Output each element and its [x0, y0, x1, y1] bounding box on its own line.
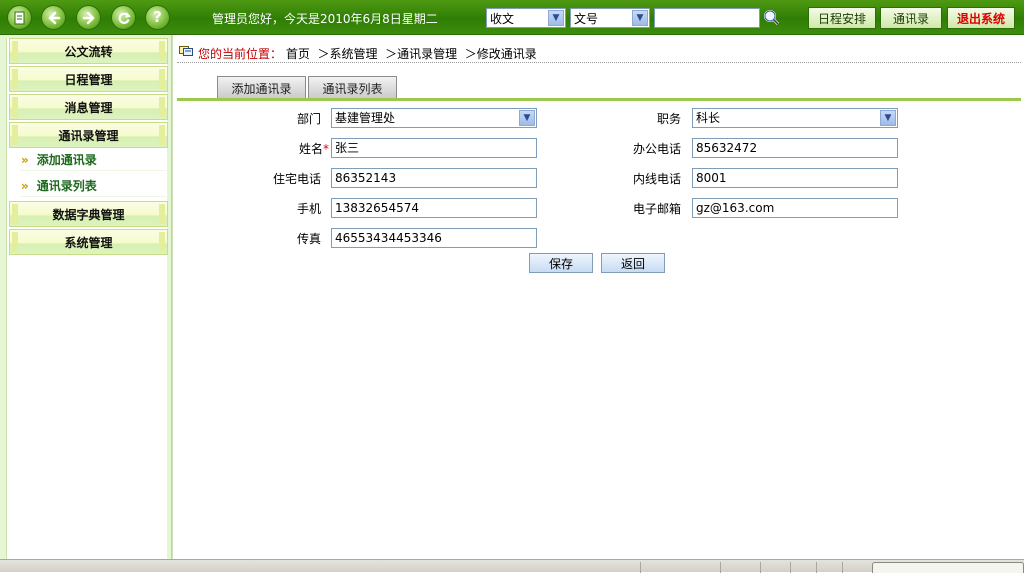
position-select[interactable]: 科长 ▼ — [692, 108, 898, 128]
fax-label: 传真 — [296, 232, 321, 246]
email-input[interactable]: gz@163.com — [692, 198, 898, 218]
home-phone-label: 住宅电话 — [272, 172, 321, 186]
name-input[interactable]: 张三 — [331, 138, 537, 158]
help-icon[interactable]: ? — [145, 5, 170, 30]
office-phone-label: 办公电话 — [632, 142, 681, 156]
schedule-button[interactable]: 日程安排 — [808, 7, 876, 29]
exit-system-button[interactable]: 退出系统 — [947, 7, 1015, 29]
contacts-button[interactable]: 通讯录 — [880, 7, 942, 29]
sidebar-item-schedule[interactable]: 日程管理 — [9, 66, 168, 92]
position-select-value: 科长 — [696, 111, 721, 125]
chevron-down-icon: ▼ — [632, 10, 648, 26]
sidebar-subitem-add-contact[interactable]: » 添加通讯录 — [21, 149, 168, 171]
doc-type-select[interactable]: 收文 ▼ — [486, 8, 566, 28]
back-button[interactable]: 返回 — [601, 253, 665, 273]
mobile-label: 手机 — [296, 202, 321, 216]
sidebar-item-data-dictionary[interactable]: 数据字典管理 — [9, 201, 168, 227]
required-asterisk: * — [323, 142, 329, 156]
email-label: 电子邮箱 — [632, 202, 681, 216]
sidebar-item-messages[interactable]: 消息管理 — [9, 94, 168, 120]
mobile-input[interactable]: 13832654574 — [331, 198, 537, 218]
main-content: 您的当前位置： 首页 ＞系统管理 ＞通讯录管理 ＞修改通讯录 添加通讯录 通讯录… — [172, 35, 1024, 559]
document-icon[interactable] — [7, 5, 32, 30]
search-field-select[interactable]: 文号 ▼ — [570, 8, 650, 28]
double-chevron-icon: » — [21, 178, 29, 193]
dept-label: 部门 — [296, 112, 321, 126]
status-divider — [640, 562, 641, 573]
fax-input[interactable]: 46553434453346 — [331, 228, 537, 248]
search-field-select-value: 文号 — [574, 12, 599, 26]
location-icon — [179, 44, 193, 57]
status-divider — [720, 562, 721, 573]
chevron-down-icon: ▼ — [519, 110, 535, 126]
name-label-text: 姓名 — [298, 142, 323, 156]
breadcrumb: 您的当前位置： 首页 ＞系统管理 ＞通讯录管理 ＞修改通讯录 — [198, 45, 537, 62]
office-phone-input[interactable]: 85632472 — [692, 138, 898, 158]
breadcrumb-path: 首页 ＞系统管理 ＞通讯录管理 ＞修改通讯录 — [285, 47, 537, 61]
dept-select-value: 基建管理处 — [335, 111, 396, 125]
save-button[interactable]: 保存 — [529, 253, 593, 273]
sidebar-subitem-contact-list[interactable]: » 通讯录列表 — [21, 175, 168, 197]
greeting-text: 管理员您好，今天是2010年6月8日星期二 — [212, 12, 438, 26]
search-icon[interactable] — [763, 9, 780, 26]
doc-type-select-value: 收文 — [490, 12, 515, 26]
back-arrow-icon[interactable] — [41, 5, 66, 30]
taskbar-panel — [872, 562, 1024, 573]
sidebar-menu: 公文流转 日程管理 消息管理 通讯录管理 » 添加通讯录 » 通讯录列表 数据字… — [6, 38, 168, 559]
search-input[interactable] — [654, 8, 760, 28]
status-divider — [790, 562, 791, 573]
dept-select[interactable]: 基建管理处 ▼ — [331, 108, 537, 128]
tab-add-contact[interactable]: 添加通讯录 — [217, 76, 306, 99]
sidebar-subitem-label: 添加通讯录 — [36, 153, 97, 167]
sidebar: 公文流转 日程管理 消息管理 通讯录管理 » 添加通讯录 » 通讯录列表 数据字… — [0, 35, 172, 559]
double-chevron-icon: » — [21, 152, 29, 167]
position-label: 职务 — [656, 112, 681, 126]
status-divider — [842, 562, 843, 573]
name-label: 姓名* — [279, 140, 329, 157]
sidebar-item-system[interactable]: 系统管理 — [9, 229, 168, 255]
sidebar-item-document-flow[interactable]: 公文流转 — [9, 38, 168, 64]
status-divider — [760, 562, 761, 573]
chevron-down-icon: ▼ — [880, 110, 896, 126]
refresh-icon[interactable] — [111, 5, 136, 30]
breadcrumb-divider — [177, 62, 1021, 63]
ext-phone-input[interactable]: 8001 — [692, 168, 898, 188]
sidebar-subitem-label: 通讯录列表 — [36, 179, 97, 193]
forward-arrow-icon[interactable] — [76, 5, 101, 30]
breadcrumb-label: 您的当前位置： — [198, 47, 283, 61]
status-divider — [816, 562, 817, 573]
top-toolbar: ? 管理员您好，今天是2010年6月8日星期二 收文 ▼ 文号 ▼ 日程安排 通… — [0, 0, 1024, 35]
home-phone-input[interactable]: 86352143 — [331, 168, 537, 188]
status-bar — [0, 559, 1024, 573]
tab-underline — [177, 98, 1021, 101]
tab-contact-list[interactable]: 通讯录列表 — [308, 76, 397, 99]
sidebar-item-contacts[interactable]: 通讯录管理 — [9, 122, 168, 148]
chevron-down-icon: ▼ — [548, 10, 564, 26]
ext-phone-label: 内线电话 — [632, 172, 681, 186]
